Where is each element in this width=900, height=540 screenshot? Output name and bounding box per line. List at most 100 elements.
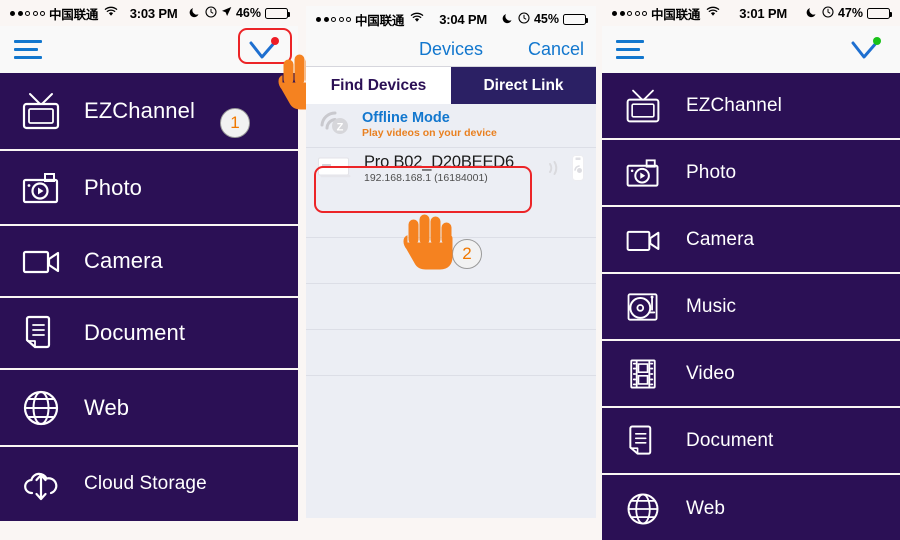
list-row[interactable] [306,284,596,330]
menu-item-label: Photo [84,174,142,200]
tab-label: Find Devices [330,76,427,94]
tab-direct-link[interactable]: Direct Link [451,67,596,104]
globe-icon [618,490,668,528]
menu-item-photo[interactable]: Photo [602,140,900,207]
menu-item-video[interactable]: Video [602,341,900,408]
moon-icon [502,12,514,27]
status-left: 中国联通 [10,4,118,23]
right-status-bar: 中国联通 3:01 PM 47% [602,0,900,26]
menu-item-label: Document [84,320,186,345]
connect-status-button[interactable] [844,35,886,65]
device-name: Pro B02_D20BEED6 [364,153,514,172]
battery-percent-label: 46% [235,6,261,20]
list-row[interactable] [306,238,596,284]
menu-item-document[interactable]: Document [0,298,298,370]
offline-mode-row[interactable]: Z Offline Mode Play videos on your devic… [306,104,596,148]
status-time: 3:03 PM [129,5,178,21]
menu-item-document[interactable]: Document [602,408,900,475]
device-detail: 192.168.168.1 (16184001) [364,172,488,185]
status-right: 45% [502,11,589,27]
alarm-clock-icon [518,11,530,27]
battery-percent-label: 47% [837,6,863,20]
signal-strength-icon [10,10,45,16]
menu-item-camera[interactable]: Camera [0,226,298,298]
battery-icon [867,7,893,19]
wifi-icon [706,6,720,20]
menu-item-label: Video [686,362,735,384]
status-time: 3:01 PM [739,5,787,21]
video-camera-icon [618,221,668,259]
carrier-label: 中国联通 [355,13,405,28]
wifi-signal-icon [546,158,564,183]
right-app-header [602,26,900,73]
carrier-label: 中国联通 [49,7,99,22]
devices-list: Z Offline Mode Play videos on your devic… [306,104,596,518]
device-row[interactable]: Pro B02_D20BEED6 192.168.168.1 (16184001… [306,148,596,192]
list-row[interactable] [306,330,596,376]
list-row[interactable] [306,376,596,422]
wifi-icon [104,6,118,20]
menu-item-label: EZChannel [84,98,195,123]
film-strip-icon [618,355,668,393]
right-phone-panel: 中国联通 3:01 PM 47% EZChannel Photo Camera … [602,0,900,540]
menu-item-label: Photo [686,161,737,183]
page-title: Devices [418,38,484,59]
menu-item-label: Document [686,429,774,451]
battery-icon [563,13,589,25]
cloud-upload-icon [16,463,66,505]
battery-percent-label: 45% [533,12,559,26]
menu-item-web[interactable]: Web [602,475,900,540]
menu-item-label: Web [84,394,130,420]
menu-item-label: Music [686,295,737,317]
step-badge-2: 2 [452,239,482,269]
status-right: 46% [189,5,291,21]
device-texts: Pro B02_D20BEED6 192.168.168.1 (16184001… [364,153,514,187]
connect-status-button[interactable] [242,35,284,65]
moon-icon [806,6,818,21]
menu-item-ezchannel[interactable]: EZChannel [602,73,900,140]
cancel-button[interactable]: Cancel [528,39,584,60]
menu-item-ezchannel[interactable]: EZChannel [0,73,298,151]
offline-mode-texts: Offline Mode Play videos on your device [362,110,497,140]
globe-icon [16,387,66,429]
offline-mode-subtitle: Play videos on your device [362,127,497,140]
notification-badge-dot [271,36,279,45]
left-menu-list: EZChannel Photo Camera Document Web Clou… [0,73,298,521]
alarm-clock-icon [822,5,834,21]
hamburger-menu-icon[interactable] [616,39,644,60]
devices-navbar: Devices Cancel [306,32,596,66]
turntable-icon [618,288,668,326]
carrier-label: 中国联通 [651,7,701,22]
tab-find-devices[interactable]: Find Devices [306,67,451,104]
menu-item-camera[interactable]: Camera [602,207,900,274]
device-row-indicators [546,154,586,187]
menu-item-cloud-storage[interactable]: Cloud Storage [0,447,298,521]
svg-text:Z: Z [337,122,344,134]
mid-phone-panel: 中国联通 3:04 PM 45% Devices Cancel Find Dev… [306,6,596,528]
left-phone-panel: 中国联通 3:03 PM 46% EZChannel Photo Camera … [0,0,328,540]
menu-item-web[interactable]: Web [0,370,298,447]
wifi-icon [410,12,424,26]
battery-icon [265,7,291,19]
offline-mode-title: Offline Mode [362,110,450,127]
mid-status-bar: 中国联通 3:04 PM 45% [306,6,596,32]
signal-strength-icon [316,16,351,22]
document-icon [618,422,668,460]
list-row[interactable] [306,192,596,238]
screenshot-root: 中国联通 3:03 PM 46% EZChannel Photo Camera … [0,0,900,540]
camera-photo-icon [16,167,66,209]
menu-item-music[interactable]: Music [602,274,900,341]
menu-item-label: Web [686,497,726,519]
projector-device-icon [316,153,354,188]
ez-wifi-icon: Z [318,109,352,142]
left-status-bar: 中国联通 3:03 PM 46% [0,0,298,26]
empty-rows-group [306,192,596,422]
status-right: 47% [806,5,893,21]
camera-photo-icon [618,154,668,192]
location-arrow-icon [221,6,232,20]
hamburger-menu-icon[interactable] [14,39,42,60]
document-icon [16,312,66,354]
status-left: 中国联通 [316,10,424,29]
menu-item-photo[interactable]: Photo [0,151,298,226]
step-badge-1: 1 [220,108,250,138]
